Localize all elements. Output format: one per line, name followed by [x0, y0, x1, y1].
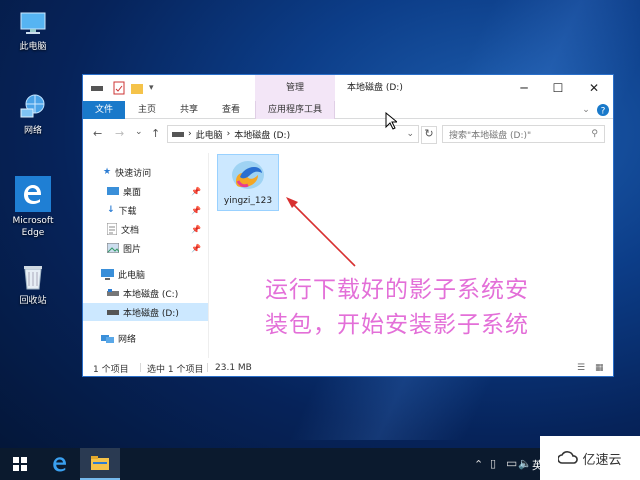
tray-usb-icon[interactable]: ▯ — [490, 457, 496, 470]
edge-icon — [53, 457, 66, 472]
tray-volume-muted-icon[interactable]: 🔈 — [518, 457, 532, 470]
start-button[interactable] — [0, 448, 40, 480]
annotation-text-line-2: 装包，开始安装影子系统 — [265, 312, 529, 338]
mouse-cursor-icon — [385, 112, 397, 130]
tray-show-hidden-icon[interactable]: ⌃ — [474, 458, 483, 471]
watermark-text: 亿速云 — [582, 452, 622, 468]
taskbar-file-explorer[interactable] — [80, 448, 120, 480]
watermark-logo: 亿速云 — [540, 436, 640, 480]
annotation-arrow — [286, 197, 356, 267]
folder-icon — [91, 456, 109, 470]
taskbar-edge[interactable] — [40, 448, 80, 480]
annotation-text-line-1: 运行下载好的影子系统安 — [265, 277, 529, 303]
cloud-logo-icon — [558, 451, 579, 464]
windows-logo-icon — [13, 457, 27, 471]
tray-network-icon[interactable]: ▭ — [506, 456, 517, 470]
